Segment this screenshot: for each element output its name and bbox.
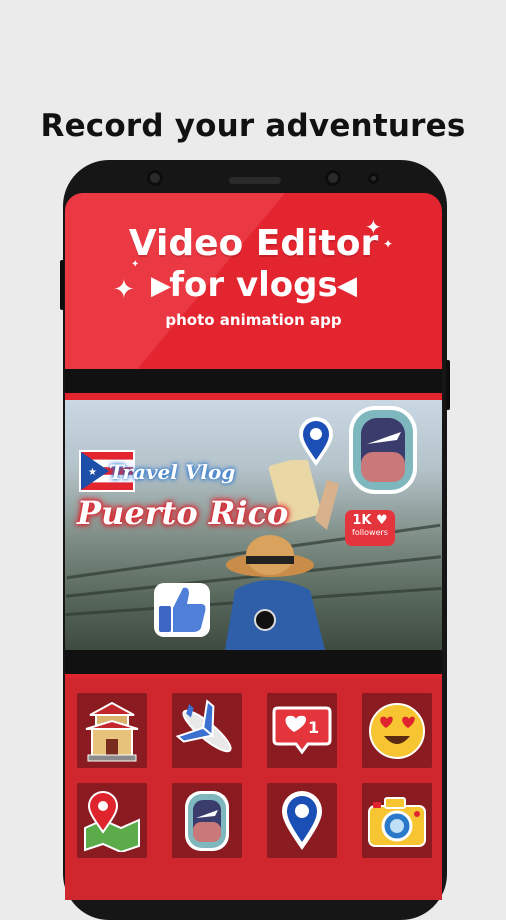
- banner-subtitle: photo animation app: [165, 311, 342, 329]
- airplane-window-sticker-icon[interactable]: [347, 404, 419, 496]
- followers-label: followers: [352, 528, 388, 537]
- puerto-rico-sticker[interactable]: Puerto Rico: [77, 494, 288, 532]
- vlog-photo-preview[interactable]: ★ Travel Vlog Puerto Rico 1K ♥ followers: [65, 400, 442, 650]
- headline: Record your adventures: [40, 108, 466, 144]
- map-pin-icon: [84, 790, 140, 852]
- sparkle-small-icon: ✦: [383, 237, 394, 251]
- traveler-figure: [225, 460, 339, 650]
- airplane-icon: [175, 698, 232, 752]
- sparkle-small-icon: ✦: [131, 259, 140, 270]
- sticker-pagoda[interactable]: [77, 693, 147, 768]
- sticker-airplane-window[interactable]: [172, 783, 242, 858]
- sticker-location-pin[interactable]: [267, 783, 337, 858]
- front-camera-icon: [325, 170, 341, 186]
- speaker-grille: [229, 177, 281, 184]
- sticker-map-pin[interactable]: [77, 783, 147, 858]
- camera-icon: [368, 796, 426, 847]
- sticker-camera[interactable]: [362, 783, 432, 858]
- pagoda-icon: [85, 701, 139, 761]
- sticker-heart-eyes[interactable]: [362, 693, 432, 768]
- proximity-sensor-icon: [368, 173, 379, 184]
- volume-button: [60, 260, 64, 310]
- followers-badge[interactable]: 1K ♥ followers: [345, 510, 395, 546]
- sticker-like-notification[interactable]: 1: [267, 693, 337, 768]
- map-pin-sticker-icon[interactable]: [297, 416, 335, 468]
- photo-top-bar: [65, 369, 442, 393]
- like-count: 1: [308, 718, 319, 737]
- like-notification-icon: 1: [272, 706, 332, 754]
- airplane-window-icon: [185, 790, 229, 851]
- heart-eyes-emoji-icon: [369, 702, 425, 759]
- photo-bottom-bar: [65, 650, 442, 674]
- power-button: [446, 360, 450, 410]
- sticker-airplane[interactable]: [172, 693, 242, 768]
- travel-vlog-sticker[interactable]: Travel Vlog: [109, 460, 235, 484]
- svg-text:★: ★: [88, 467, 97, 478]
- app-banner: Video Editor ▶ for vlogs ◀ photo animati…: [65, 215, 442, 365]
- app-screen: Video Editor ▶ for vlogs ◀ photo animati…: [65, 193, 442, 900]
- thumbs-up-sticker-icon[interactable]: [153, 582, 211, 638]
- followers-count: 1K: [352, 513, 372, 528]
- location-pin-icon: [282, 790, 322, 850]
- heart-icon: ♥: [376, 513, 388, 528]
- sparkle-icon: ✦: [113, 275, 135, 305]
- play-reverse-icon: ◀: [337, 271, 357, 301]
- sparkle-icon: ✦: [365, 215, 382, 239]
- sensor-icon: [147, 170, 163, 186]
